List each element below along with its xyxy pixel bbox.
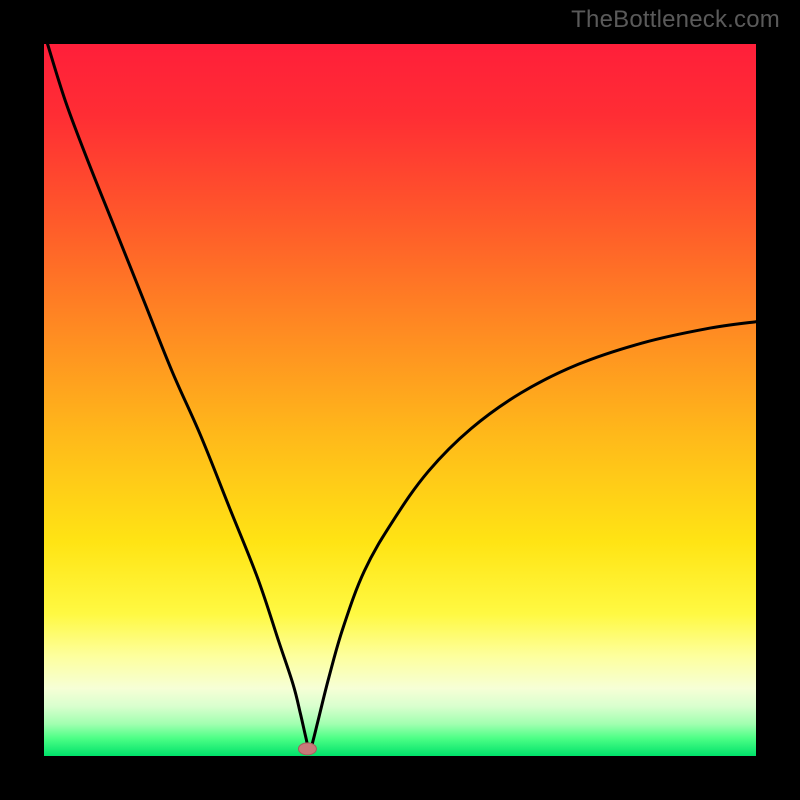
outer-frame: TheBottleneck.com [0,0,800,800]
optimal-point-marker [298,743,316,755]
chart-svg [44,44,756,756]
watermark: TheBottleneck.com [571,6,780,34]
gradient-background [44,44,756,756]
plot-area [44,44,756,756]
